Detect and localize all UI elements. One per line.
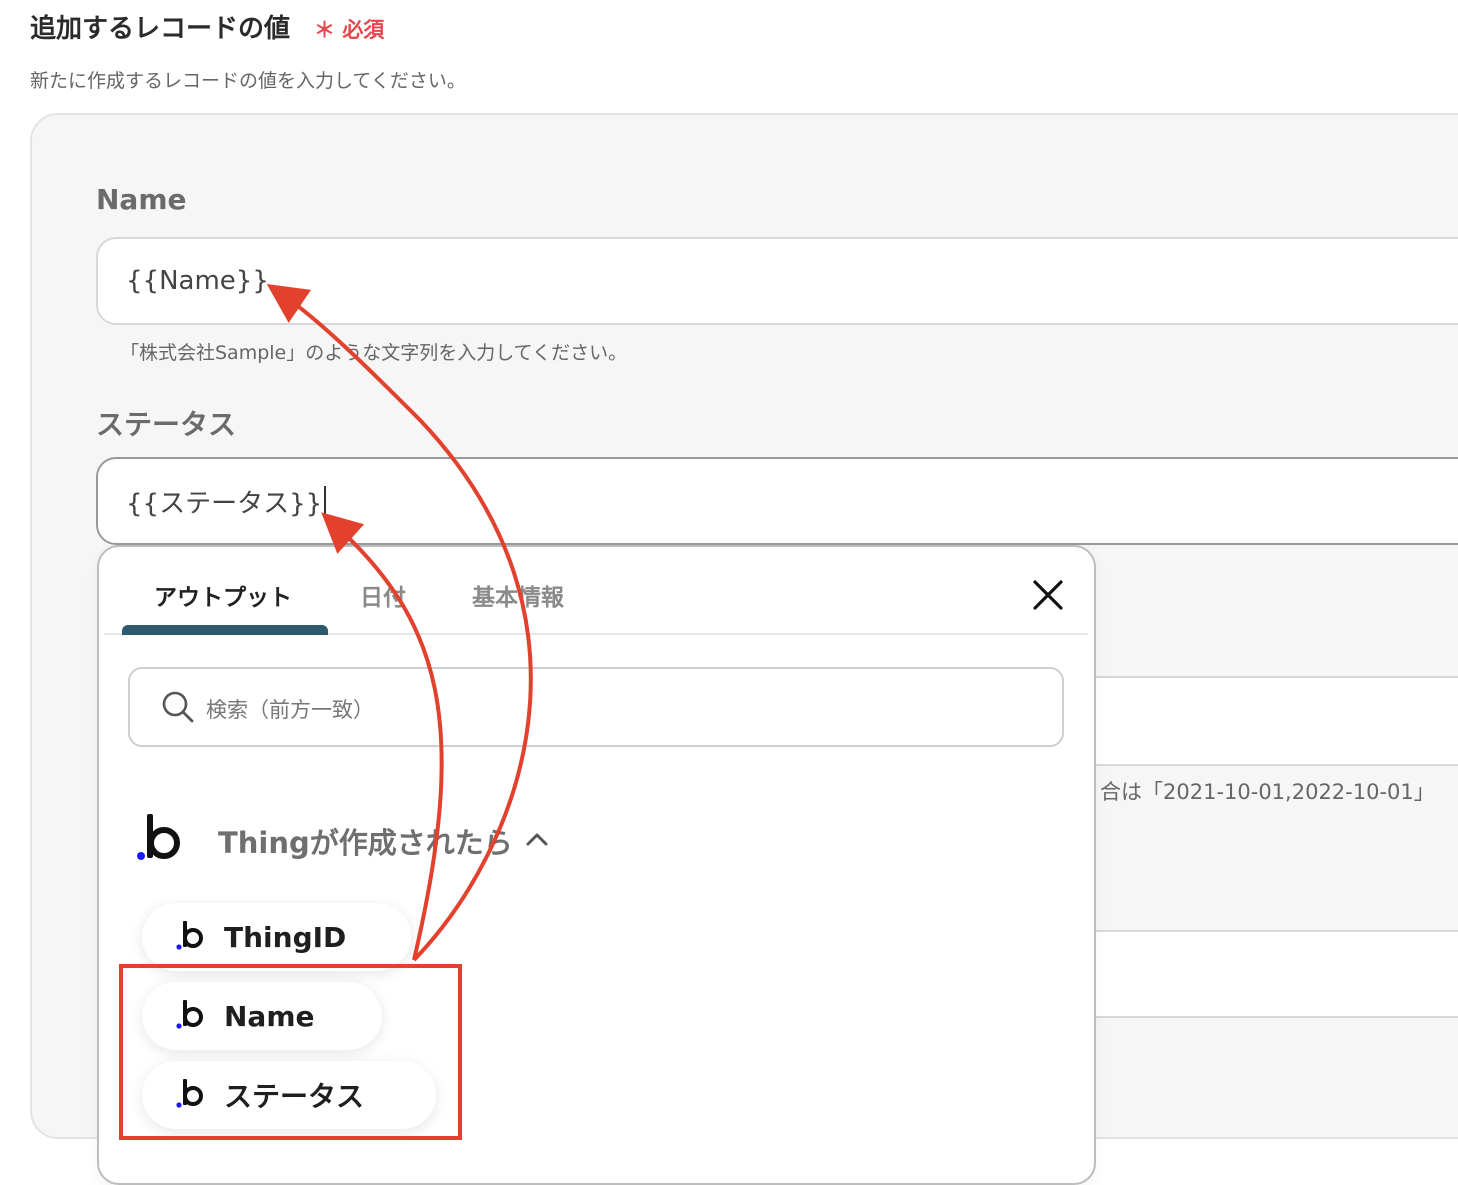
close-icon[interactable] bbox=[1030, 577, 1066, 613]
section-description: 新たに作成するレコードの値を入力してください。 bbox=[30, 70, 466, 92]
chevron-up-icon[interactable] bbox=[524, 826, 550, 852]
required-mark: ＊ bbox=[314, 18, 335, 42]
status-field-label: ステータス bbox=[96, 408, 237, 441]
active-tab-indicator bbox=[122, 625, 328, 635]
tab-date[interactable]: 日付 bbox=[360, 578, 406, 612]
bubble-logo-icon bbox=[136, 812, 186, 864]
name-input-value: {{Name}} bbox=[126, 266, 269, 296]
bubble-logo-icon bbox=[176, 919, 206, 955]
section-title: 追加するレコードの値 bbox=[30, 14, 291, 44]
group-title: Thingが作成されたら bbox=[218, 826, 513, 860]
search-icon bbox=[161, 690, 195, 724]
search-placeholder: 検索（前方一致） bbox=[206, 698, 374, 722]
required-label: 必須 bbox=[342, 18, 385, 42]
tab-basic-info[interactable]: 基本情報 bbox=[472, 578, 564, 612]
background-field-hint: 合は「2021-10-01,2022-10-01」 bbox=[1100, 780, 1435, 804]
name-field-hint: 「株式会社Sample」のような文字列を入力してください。 bbox=[120, 342, 628, 364]
output-item-thingid[interactable]: ThingID bbox=[142, 903, 411, 971]
annotation-highlight-box bbox=[119, 964, 462, 1140]
required-badge: ＊ 必須 bbox=[314, 14, 384, 44]
background-input-1[interactable] bbox=[1096, 676, 1458, 766]
name-input[interactable]: {{Name}} bbox=[96, 237, 1458, 325]
status-input-value: {{ステータス}} bbox=[126, 488, 323, 519]
status-input[interactable]: {{ステータス}} bbox=[96, 457, 1458, 545]
output-item-label: ThingID bbox=[224, 920, 347, 954]
background-input-2[interactable] bbox=[1096, 930, 1458, 1018]
text-caret bbox=[324, 486, 327, 516]
name-field-label: Name bbox=[96, 183, 187, 216]
tab-output[interactable]: アウトプット bbox=[154, 578, 292, 612]
